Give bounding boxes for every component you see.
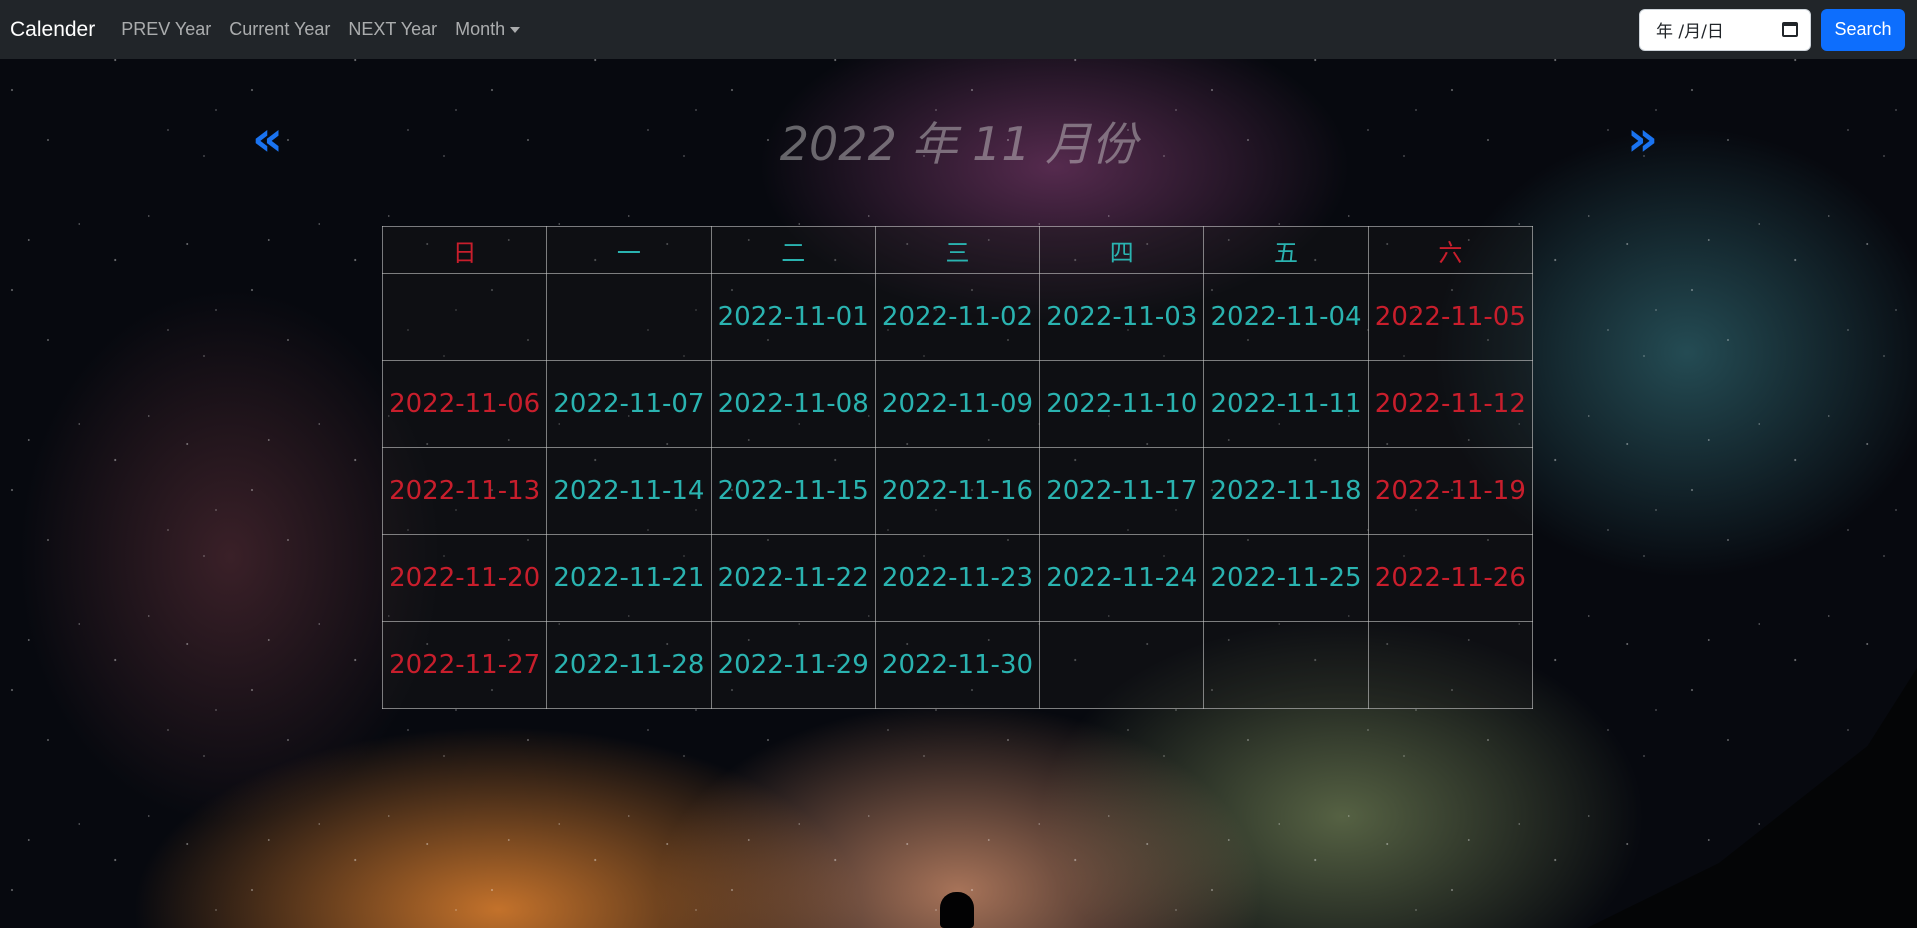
day-cell bbox=[1203, 621, 1369, 709]
day-cell[interactable]: 2022-11-18 bbox=[1203, 447, 1369, 535]
day-cell[interactable]: 2022-11-06 bbox=[381, 360, 548, 448]
day-cell[interactable]: 2022-11-20 bbox=[381, 534, 548, 622]
day-cell[interactable]: 2022-11-29 bbox=[710, 621, 876, 709]
chevron-down-icon bbox=[510, 26, 521, 33]
nav-prev-year[interactable]: PREV Year bbox=[121, 19, 211, 40]
hill-silhouette bbox=[1587, 668, 1917, 928]
day-cell[interactable]: 2022-11-09 bbox=[874, 360, 1041, 448]
weekday-tue: 二 bbox=[710, 226, 876, 274]
date-input[interactable]: 年 /月/日 bbox=[1639, 8, 1811, 51]
top-navbar: Calender PREV Year Current Year NEXT Yea… bbox=[0, 0, 1917, 59]
weekday-header-row: 日 一 二 三 四 五 六 bbox=[381, 226, 1534, 274]
nav-month-dropdown[interactable]: Month bbox=[455, 19, 521, 40]
day-cell[interactable]: 2022-11-25 bbox=[1203, 534, 1369, 622]
day-cell[interactable]: 2022-11-24 bbox=[1039, 534, 1205, 622]
day-cell[interactable]: 2022-11-14 bbox=[546, 447, 712, 535]
day-cell[interactable]: 2022-11-23 bbox=[874, 534, 1041, 622]
nav-current-year[interactable]: Current Year bbox=[229, 19, 330, 40]
day-cell[interactable]: 2022-11-05 bbox=[1367, 273, 1534, 361]
day-cell[interactable]: 2022-11-12 bbox=[1367, 360, 1534, 448]
day-cell[interactable]: 2022-11-13 bbox=[381, 447, 548, 535]
day-cell bbox=[1039, 621, 1205, 709]
weekday-wed: 三 bbox=[874, 226, 1041, 274]
calendar-table: 日 一 二 三 四 五 六 2022-11-01 2022-11-02 2022… bbox=[381, 226, 1534, 709]
week-row: 2022-11-20 2022-11-21 2022-11-22 2022-11… bbox=[381, 534, 1534, 622]
calendar-icon[interactable] bbox=[1782, 22, 1798, 37]
week-row: 2022-11-06 2022-11-07 2022-11-08 2022-11… bbox=[381, 360, 1534, 448]
day-cell[interactable]: 2022-11-21 bbox=[546, 534, 712, 622]
day-cell[interactable]: 2022-11-28 bbox=[546, 621, 712, 709]
day-cell[interactable]: 2022-11-01 bbox=[710, 273, 876, 361]
week-row: 2022-11-13 2022-11-14 2022-11-15 2022-11… bbox=[381, 447, 1534, 535]
day-cell[interactable]: 2022-11-04 bbox=[1203, 273, 1369, 361]
weekday-thu: 四 bbox=[1039, 226, 1205, 274]
weekday-sun: 日 bbox=[381, 226, 548, 274]
search-button[interactable]: Search bbox=[1821, 8, 1905, 51]
day-cell[interactable]: 2022-11-08 bbox=[710, 360, 876, 448]
day-cell[interactable]: 2022-11-26 bbox=[1367, 534, 1534, 622]
day-cell[interactable]: 2022-11-02 bbox=[874, 273, 1041, 361]
date-input-value: 年 /月/日 bbox=[1656, 22, 1724, 42]
day-cell[interactable]: 2022-11-15 bbox=[710, 447, 876, 535]
day-cell[interactable]: 2022-11-22 bbox=[710, 534, 876, 622]
day-cell[interactable]: 2022-11-17 bbox=[1039, 447, 1205, 535]
day-cell[interactable]: 2022-11-19 bbox=[1367, 447, 1534, 535]
next-month-arrow[interactable]: » bbox=[1627, 115, 1658, 163]
day-cell bbox=[546, 273, 712, 361]
weekday-fri: 五 bbox=[1203, 226, 1369, 274]
week-row: 2022-11-27 2022-11-28 2022-11-29 2022-11… bbox=[381, 621, 1534, 709]
brand-logo[interactable]: Calender bbox=[10, 18, 95, 42]
day-cell[interactable]: 2022-11-10 bbox=[1039, 360, 1205, 448]
search-form: 年 /月/日 Search bbox=[1639, 8, 1905, 51]
week-row: 2022-11-01 2022-11-02 2022-11-03 2022-11… bbox=[381, 273, 1534, 361]
nav-next-year[interactable]: NEXT Year bbox=[348, 19, 437, 40]
person-silhouette bbox=[940, 892, 974, 928]
day-cell[interactable]: 2022-11-30 bbox=[874, 621, 1041, 709]
day-cell[interactable]: 2022-11-07 bbox=[546, 360, 712, 448]
day-cell[interactable]: 2022-11-27 bbox=[381, 621, 548, 709]
nav-month-label: Month bbox=[455, 19, 506, 39]
weekday-sat: 六 bbox=[1367, 226, 1534, 274]
day-cell bbox=[381, 273, 548, 361]
day-cell bbox=[1367, 621, 1534, 709]
day-cell[interactable]: 2022-11-11 bbox=[1203, 360, 1369, 448]
day-cell[interactable]: 2022-11-03 bbox=[1039, 273, 1205, 361]
weekday-mon: 一 bbox=[546, 226, 712, 274]
day-cell[interactable]: 2022-11-16 bbox=[874, 447, 1041, 535]
